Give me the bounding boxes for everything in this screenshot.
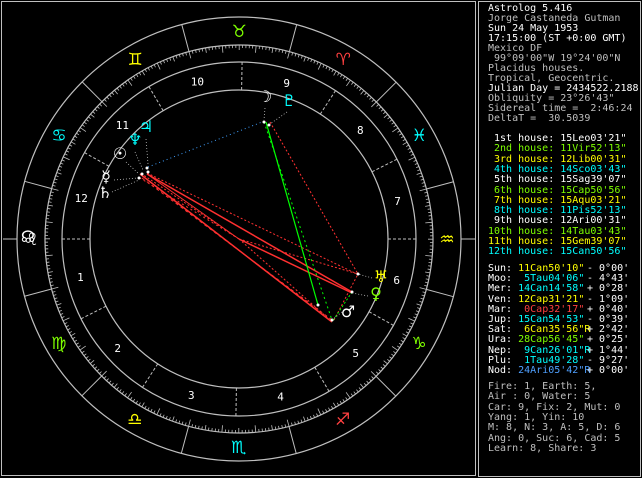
house-number: 3 [188,389,195,402]
house-cusp-row: 5th house: 15Sag39'07" [488,174,627,186]
mars-icon[interactable]: ♂ [341,302,355,321]
planet-row: Nod: 24Ari05'42"R + 0°00' [488,365,629,376]
house-cusp-row: 6th house: 15Cap50'56" [488,184,627,196]
summary-row: Learn: 8, Share: 3 [488,442,597,454]
virgo-icon: ♍ [51,334,66,354]
planet-speed: + 0°25' [587,334,630,346]
house-cusp-row: 9th house: 12Ari00'31" [488,215,627,227]
planet-marker [262,120,266,124]
capricorn-icon: ♑ [411,334,426,354]
pluto-icon[interactable]: ♇ [282,91,296,110]
planet-marker [145,166,149,170]
neptune-icon[interactable]: ♆ [128,130,142,149]
planet-position: 24Ari05'42"R [518,365,591,376]
summary-row: Ang: 0, Suc: 6, Cad: 5 [488,432,621,444]
info-panel: Astrolog 5.416 Jorge Castaneda Gutman Su… [478,1,641,477]
summary-row: M: 8, N: 3, A: 5, D: 6 [488,422,621,434]
planet-speed: + 0°00' [587,365,630,376]
planet-marker [267,123,271,127]
aspect-lines [139,121,359,323]
aquarius-icon: ♒ [439,230,454,250]
sagittarius-icon: ♐ [335,410,350,430]
sun-icon[interactable]: ☉ [113,144,127,163]
house-number: 9 [283,77,290,90]
house-number: 1 [77,271,84,284]
saturn-icon[interactable]: ♄ [98,183,112,202]
house-number: 2 [114,342,121,355]
house-number: 10 [191,75,204,88]
planet-marker [140,172,144,176]
node-icon[interactable]: ☊ [21,227,35,246]
aries-icon: ♈ [336,50,351,70]
delta-t: DeltaT = 30.5039 [488,113,591,124]
house-cusp-row: 2nd house: 11Vir52'13" [488,143,627,155]
house-number: 7 [394,195,401,208]
chart-wheel-frame: ♈ ♉ ♊ ♋ ♌ ♍ ♎ ♏ ♐ ♑ ♒ ♓ 1 2 3 4 5 6 7 8 9 10 11 12 ☽ ♇ ♃ ♆ ☉ ☿ ♄ ♅ ♀ ♂ ☊ [1,1,476,476]
house-number: 12 [75,192,88,205]
house-cusp-row: 12th house: 15Can50'56" [488,246,627,258]
house-number: 5 [352,347,359,360]
pisces-icon: ♓ [412,126,427,146]
planet-marker [316,303,320,307]
cancer-icon: ♋ [51,126,66,146]
house-number: 4 [277,391,284,404]
taurus-icon: ♉ [232,22,247,42]
house-numbers: 123 456789101112 [75,75,401,403]
astrolog-window: ♈ ♉ ♊ ♋ ♌ ♍ ♎ ♏ ♐ ♑ ♒ ♓ 1 2 3 4 5 6 7 8 9 10 11 12 ☽ ♇ ♃ ♆ ☉ ☿ ♄ ♅ ♀ ♂ ☊… [0,0,642,478]
moon-icon[interactable]: ☽ [258,87,272,106]
house-number: 8 [357,124,364,137]
summary-row: Air : 0, Water: 5 [488,391,591,403]
house-number: 6 [393,274,400,287]
planet-marker [146,170,150,174]
libra-icon: ♎ [127,410,142,430]
planet-speed: + 0°28' [587,283,630,295]
planet-name: Nod: [488,365,519,376]
scorpio-icon: ♏ [231,438,246,458]
gemini-icon: ♊ [128,50,143,70]
chart-wheel[interactable]: ♈♉♊♋♌♍♎♏♐♑♒♓ 123 456789101112 ☽ ♇♃♆☉☿♄♅♀♂☊ [2,2,475,475]
venus-icon[interactable]: ♀ [370,284,382,303]
